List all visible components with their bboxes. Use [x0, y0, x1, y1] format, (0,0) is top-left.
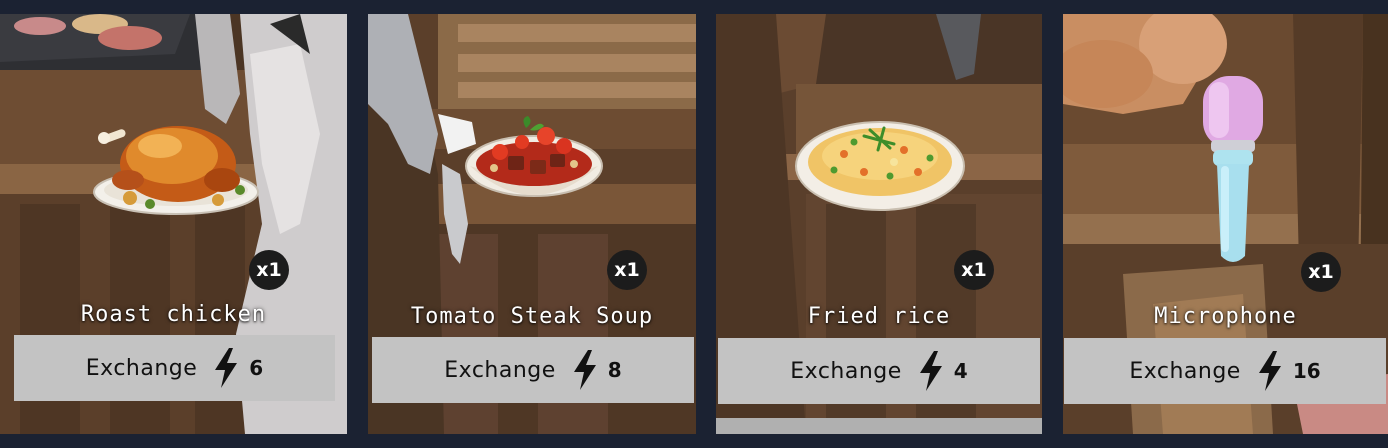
exchange-cost: 4: [953, 359, 968, 383]
quantity-badge: x1: [1301, 252, 1341, 292]
lightning-bolt-icon: [919, 351, 942, 391]
item-name: Tomato Steak Soup: [410, 304, 654, 329]
item-card-tomato-steak-soup[interactable]: x1 Tomato Steak Soup Exchange 8: [368, 14, 696, 434]
item-card-roast-chicken[interactable]: x1 Roast chicken Exchange 6: [0, 14, 347, 434]
exchange-cost: 8: [607, 358, 622, 382]
item-card-microphone[interactable]: x1 Microphone Exchange 16: [1063, 14, 1388, 434]
lightning-bolt-icon: [573, 350, 596, 390]
roast-chicken-icon: [93, 126, 259, 215]
lightning-bolt-icon: [1258, 351, 1281, 391]
exchange-label: Exchange: [790, 358, 902, 384]
quantity-badge: x1: [954, 250, 994, 290]
exchange-label: Exchange: [85, 355, 198, 381]
item-card-fried-rice[interactable]: x1 Fried rice Exchange 4: [716, 14, 1042, 434]
tomato-steak-soup-icon: [465, 116, 603, 197]
exchange-label: Exchange: [1129, 358, 1241, 384]
quantity-badge: x1: [607, 250, 647, 290]
exchange-shop: x1 Roast chicken Exchange 6 x1 Tomato St…: [0, 0, 1388, 448]
exchange-cost: 6: [249, 356, 264, 380]
item-name: Microphone: [1154, 304, 1297, 329]
exchange-button[interactable]: Exchange 8: [372, 337, 694, 403]
exchange-button[interactable]: Exchange 4: [718, 338, 1040, 404]
fried-rice-icon: [795, 121, 965, 211]
exchange-button[interactable]: Exchange 6: [14, 335, 335, 401]
exchange-label: Exchange: [444, 357, 556, 383]
lightning-bolt-icon: [215, 348, 238, 388]
item-name: Roast chicken: [80, 302, 267, 327]
exchange-button[interactable]: Exchange 16: [1064, 338, 1386, 404]
exchange-cost: 16: [1292, 359, 1321, 383]
quantity-badge: x1: [249, 250, 289, 290]
microphone-icon: [1203, 76, 1263, 262]
item-name: Fried rice: [807, 304, 951, 329]
